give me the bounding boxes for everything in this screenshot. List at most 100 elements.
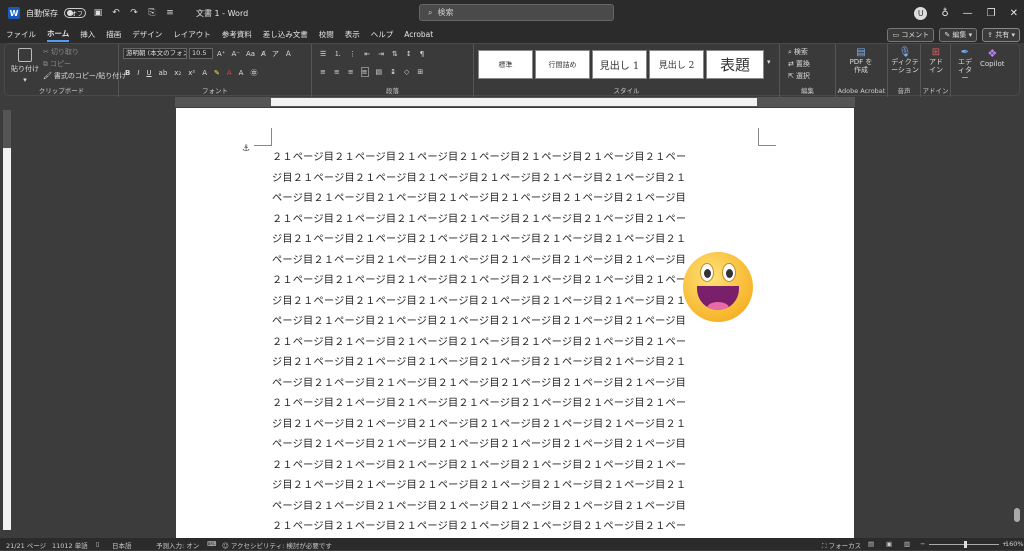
char-border-icon[interactable]: Ａ [285, 49, 292, 59]
minimize-icon[interactable]: — [963, 8, 973, 19]
show-marks-icon[interactable]: ¶ [420, 50, 424, 58]
enclose-char-icon[interactable]: ㊥ [250, 68, 257, 78]
search-input[interactable]: ⌕ 検索 [419, 4, 614, 21]
font-size-select[interactable]: 10.5 [189, 48, 213, 59]
style-heading-1[interactable]: 見出し 1 [592, 50, 647, 79]
document-line[interactable]: ２１ページ目２１ページ目２１ページ目２１ページ目２１ページ目２１ページ目２１ペー [272, 517, 758, 538]
shading-icon[interactable]: ◇ [404, 68, 409, 76]
replace-button[interactable]: ⇄ 置換 [788, 59, 810, 69]
select-button[interactable]: ⇱ 選択 [788, 71, 810, 81]
tab-help[interactable]: ヘルプ [371, 29, 394, 40]
tab-draw[interactable]: 描画 [106, 29, 121, 40]
document-line[interactable]: ２１ページ目２１ページ目２１ページ目２１ページ目２１ページ目２１ページ目２１ペー [272, 210, 758, 231]
page-count[interactable]: 21/21 ページ [6, 540, 46, 550]
read-mode-icon[interactable]: ▤ [868, 540, 874, 548]
increase-indent-icon[interactable]: ⇥ [378, 50, 384, 58]
text-effects-icon[interactable]: A [202, 69, 207, 77]
underline-icon[interactable]: U [146, 69, 151, 77]
zoom-out-icon[interactable]: − [920, 540, 925, 548]
document-line[interactable]: ページ目２１ページ目２１ページ目２１ページ目２１ページ目２１ページ目２１ページ目 [272, 189, 758, 210]
comment-button[interactable]: ▭ コメント [887, 28, 935, 42]
strikethrough-icon[interactable]: ab [159, 69, 168, 77]
tab-view[interactable]: 表示 [345, 29, 360, 40]
close-icon[interactable]: ✕ [1010, 8, 1018, 19]
tab-insert[interactable]: 挿入 [80, 29, 95, 40]
numbering-icon[interactable]: ⒈ [334, 49, 341, 59]
multilevel-icon[interactable]: ⋮ [349, 50, 356, 58]
document-line[interactable]: ジ目２１ページ目２１ページ目２１ページ目２１ページ目２１ページ目２１ページ目２１ [272, 476, 758, 497]
highlight-icon[interactable]: ✎ [214, 69, 220, 77]
accessibility-status[interactable]: ☺ アクセシビリティ: 検討が必要です [222, 540, 332, 550]
document-line[interactable]: ページ目２１ページ目２１ページ目２１ページ目２１ページ目２１ページ目２１ページ目 [272, 435, 758, 456]
phonetic-icon[interactable]: ア [272, 49, 279, 59]
scrollbar-thumb[interactable] [1014, 508, 1020, 522]
vertical-scrollbar[interactable] [1014, 108, 1021, 538]
style-no-spacing[interactable]: 行間詰め [535, 50, 590, 79]
cut-button[interactable]: ✂ 切り取り [43, 47, 79, 57]
proofing-icon[interactable]: ▯ [96, 540, 100, 548]
new-doc-icon[interactable]: ⎘ [146, 8, 158, 18]
line-spacing-icon[interactable]: ↨ [390, 68, 396, 76]
find-button[interactable]: ⌕ 検索 [788, 47, 808, 57]
avatar[interactable]: U [914, 6, 928, 20]
bullets-icon[interactable]: ☰ [320, 50, 326, 58]
document-line[interactable]: ジ目２１ページ目２１ページ目２１ページ目２１ページ目２１ページ目２１ページ目２１ [272, 230, 758, 251]
style-normal[interactable]: 標準 [478, 50, 533, 79]
document-line[interactable]: ２１ページ目２１ページ目２１ページ目２１ページ目２１ページ目２１ページ目２１ペー [272, 333, 758, 354]
horizontal-ruler[interactable] [175, 97, 855, 107]
focus-button[interactable]: ⛶ フォーカス [822, 540, 861, 551]
tab-design[interactable]: デザイン [132, 29, 162, 40]
word-count[interactable]: 11012 単語 [52, 540, 88, 550]
copy-button[interactable]: ⧉ コピー [43, 59, 71, 69]
decrease-indent-icon[interactable]: ⇤ [364, 50, 370, 58]
tab-file[interactable]: ファイル [6, 29, 36, 40]
vertical-ruler[interactable] [3, 110, 11, 530]
borders-icon[interactable]: ⊞ [417, 68, 423, 76]
anchor-icon[interactable]: ⚓ [242, 144, 250, 154]
align-center-icon[interactable]: ≡ [334, 68, 340, 76]
font-color-icon[interactable]: A [227, 69, 232, 77]
font-name-select[interactable]: 游明朝 (本文のフォン [123, 48, 187, 59]
document-line[interactable]: ジ目２１ページ目２１ページ目２１ページ目２１ページ目２１ページ目２１ページ目２１ [272, 169, 758, 190]
tab-home[interactable]: ホーム [47, 28, 70, 42]
style-title[interactable]: 表題 [706, 50, 764, 79]
text-direction-icon[interactable]: ⇅ [392, 50, 398, 58]
dictate-button[interactable]: 🎙 ディクテーション [890, 47, 920, 74]
document-line[interactable]: ２１ページ目２１ページ目２１ページ目２１ページ目２１ページ目２１ページ目２１ペー [272, 148, 758, 169]
document-line[interactable]: ページ目２１ページ目２１ページ目２１ページ目２１ページ目２１ページ目２１ページ目 [272, 251, 758, 272]
predictive-input[interactable]: 予測入力: オン [156, 540, 199, 550]
bold-icon[interactable]: B [125, 69, 130, 77]
justify-icon[interactable]: ≡ [360, 67, 369, 77]
format-painter-button[interactable]: 🖌 書式のコピー/貼り付け [43, 71, 126, 81]
tab-layout[interactable]: レイアウト [173, 29, 211, 40]
tab-references[interactable]: 参考資料 [222, 29, 252, 40]
tab-mailings[interactable]: 差し込み文書 [263, 29, 308, 40]
create-pdf-button[interactable]: ▤ PDF を作成 [848, 47, 874, 74]
document-line[interactable]: ページ目２１ページ目２１ページ目２１ページ目２１ページ目２１ページ目２１ページ目 [272, 374, 758, 395]
shrink-font-icon[interactable]: A⁻ [231, 50, 239, 58]
italic-icon[interactable]: I [137, 69, 139, 77]
document-body[interactable]: ２１ページ目２１ページ目２１ページ目２１ページ目２１ページ目２１ページ目２１ペー… [272, 148, 758, 538]
web-layout-icon[interactable]: ▥ [904, 540, 910, 548]
superscript-icon[interactable]: x² [188, 69, 195, 77]
copilot-button[interactable]: ❖ Copilot [980, 47, 1005, 68]
distribute-icon[interactable]: ▤ [376, 68, 383, 76]
editor-button[interactable]: ✒ エディター [955, 47, 975, 82]
document-line[interactable]: ジ目２１ページ目２１ページ目２１ページ目２１ページ目２１ページ目２１ページ目２１ [272, 415, 758, 436]
style-heading-2[interactable]: 見出し 2 [649, 50, 704, 79]
zoom-slider[interactable] [929, 541, 999, 548]
char-shading-icon[interactable]: A [239, 69, 244, 77]
align-right-icon[interactable]: ≡ [348, 68, 354, 76]
document-line[interactable]: ２１ページ目２１ページ目２１ページ目２１ページ目２１ページ目２１ページ目２１ペー [272, 394, 758, 415]
subscript-icon[interactable]: x₂ [174, 69, 181, 77]
grow-font-icon[interactable]: A⁺ [217, 50, 225, 58]
restore-icon[interactable]: ❐ [987, 8, 996, 19]
align-left-icon[interactable]: ≡ [320, 68, 326, 76]
styles-more-button[interactable]: ▾ [767, 58, 771, 66]
addins-button[interactable]: ⊞ アド イン [926, 47, 946, 74]
redo-icon[interactable]: ↷ [128, 8, 140, 18]
autosave-toggle[interactable]: オフ [64, 8, 86, 18]
document-line[interactable]: ２１ページ目２１ページ目２１ページ目２１ページ目２１ページ目２１ページ目２１ペー [272, 456, 758, 477]
tab-acrobat[interactable]: Acrobat [404, 30, 433, 39]
save-icon[interactable]: ▣ [92, 8, 104, 18]
